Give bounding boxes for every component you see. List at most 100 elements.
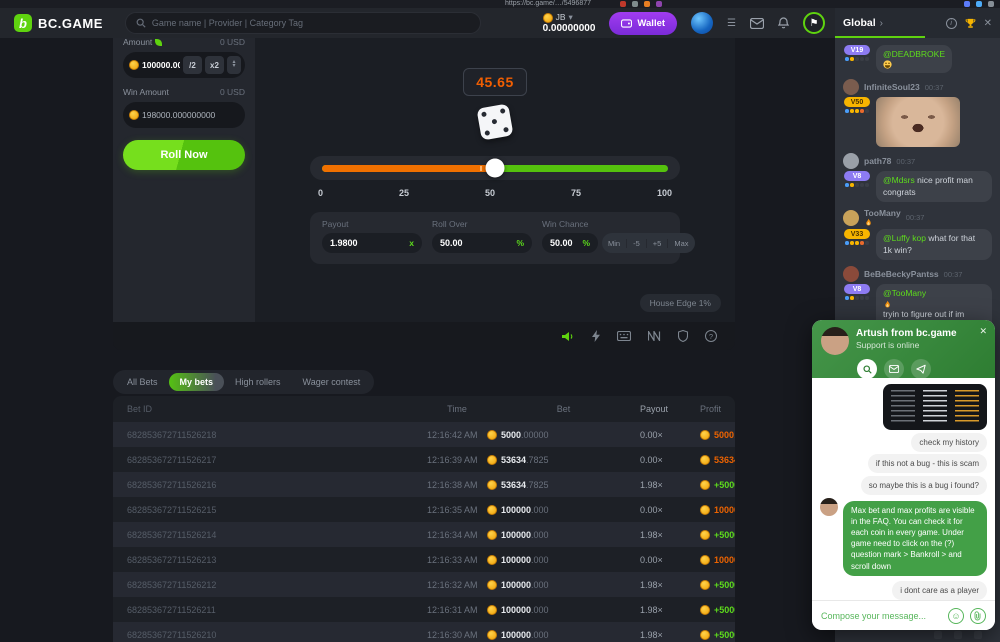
house-edge-badge: House Edge 1%: [640, 294, 721, 312]
chat-user-avatar[interactable]: [843, 266, 859, 282]
tab-high-rollers[interactable]: High rollers: [224, 373, 292, 391]
bet-amount: 100000.000: [487, 555, 640, 565]
bet-row[interactable]: 682853672711526218 12:16:42 AM 5000.0000…: [113, 422, 735, 447]
bet-row[interactable]: 682853672711526216 12:16:38 AM 53634.782…: [113, 472, 735, 497]
user-avatar[interactable]: [691, 12, 713, 34]
chat-user-avatar[interactable]: [843, 210, 859, 226]
coin-icon: [129, 60, 139, 70]
col-payout: Payout: [640, 404, 700, 414]
chat-rules-info-icon[interactable]: i: [946, 18, 957, 29]
roll-now-button[interactable]: Roll Now: [123, 140, 245, 170]
user-menu-icon[interactable]: ☰: [727, 18, 736, 29]
fairness-shield-icon[interactable]: [678, 330, 688, 342]
bet-row[interactable]: 682853672711526213 12:16:33 AM 100000.00…: [127, 547, 721, 572]
chat-username[interactable]: InfiniteSoul23: [864, 82, 920, 92]
attachment-paperclip-icon[interactable]: [970, 608, 986, 624]
bet-row[interactable]: 682853672711526212 12:16:32 AM 100000.00…: [113, 572, 735, 597]
level-badge: V50: [844, 97, 870, 107]
roll-slider[interactable]: [310, 156, 680, 180]
browser-window-icons[interactable]: [964, 1, 994, 7]
chat-username[interactable]: path78: [864, 156, 891, 166]
balance-selector[interactable]: JB▾ 0.00000000: [543, 13, 596, 34]
bet-row[interactable]: 682853672711526217 12:16:39 AM 53634.782…: [127, 447, 721, 472]
trophy-icon[interactable]: [965, 18, 976, 29]
slider-track[interactable]: [322, 165, 668, 172]
trends-icon[interactable]: [648, 331, 661, 341]
coin-icon: [700, 555, 710, 565]
bcgame-logo[interactable]: b BC.GAME: [14, 14, 103, 32]
bet-row[interactable]: 682853672711526214 12:16:34 AM 100000.00…: [113, 522, 735, 547]
support-agent-avatar: [820, 498, 838, 516]
chat-mention[interactable]: @Mdsrs: [883, 175, 915, 185]
chat-user-avatar[interactable]: [843, 153, 859, 169]
messages-icon[interactable]: [750, 18, 764, 29]
bet-amount: 5000.00000: [487, 430, 640, 440]
chat-channel-title[interactable]: Global: [843, 17, 876, 29]
double-bet-button[interactable]: x2: [205, 56, 224, 74]
bets-table: Bet ID Time Bet Payout Profit 6828536727…: [113, 396, 735, 642]
bet-row[interactable]: 682853672711526210 12:16:30 AM 100000.00…: [113, 622, 735, 642]
emoji-smiley-icon[interactable]: ☺: [948, 608, 964, 624]
bet-row[interactable]: 682853672711526211 12:16:31 AM 100000.00…: [127, 597, 721, 622]
hotkeys-keyboard-icon[interactable]: [617, 331, 631, 341]
bet-payout: 0.00×: [640, 430, 700, 440]
support-search-icon[interactable]: [857, 359, 877, 379]
browser-extension-icons[interactable]: [620, 1, 662, 7]
rollover-input[interactable]: 50.00 %: [432, 233, 532, 253]
bet-id: 682853672711526215: [127, 505, 427, 515]
coin-icon: [700, 430, 710, 440]
support-message-bubble: Max bet and max profits are visible in t…: [843, 501, 987, 576]
win-amount-input[interactable]: 198000.000000000: [123, 102, 245, 128]
bet-amount-stepper[interactable]: ▴▾: [227, 56, 241, 74]
chat-mention[interactable]: @DEADBROKE: [883, 49, 945, 59]
medal-dot: [865, 296, 869, 300]
top-navbar: b BC.GAME Game name | Provider | Categor…: [0, 8, 835, 38]
help-icon[interactable]: ?: [705, 330, 717, 342]
chat-close-icon[interactable]: ✕: [984, 18, 992, 29]
plus5-button[interactable]: +5: [647, 239, 669, 248]
chat-user-avatar[interactable]: [843, 79, 859, 95]
chat-image-attachment[interactable]: [876, 97, 960, 147]
slider-handle[interactable]: [486, 159, 505, 178]
payout-input[interactable]: 1.9800 x: [322, 233, 422, 253]
support-chat-widget: Artush from bc.game Support is online ✕ …: [812, 320, 995, 630]
support-user-message: i dont care as a player: [892, 581, 987, 600]
winchance-value: 50.00: [550, 238, 576, 248]
support-close-icon[interactable]: ✕: [979, 326, 987, 337]
minus5-button[interactable]: -5: [627, 239, 647, 248]
support-compose-input[interactable]: Compose your message...: [821, 611, 942, 621]
bet-time: 12:16:38 AM: [427, 480, 487, 490]
coin-icon: [487, 630, 497, 640]
min-button[interactable]: Min: [602, 239, 627, 248]
chat-username[interactable]: TooMany: [864, 208, 901, 227]
winchance-input[interactable]: 50.00 %: [542, 233, 598, 253]
wallet-button[interactable]: Wallet: [609, 12, 677, 35]
coin-icon: [543, 13, 553, 23]
tab-all-bets[interactable]: All Bets: [116, 373, 169, 391]
support-telegram-icon[interactable]: [911, 359, 931, 379]
bet-amount: 100000.000: [487, 530, 640, 540]
sound-icon[interactable]: [562, 331, 575, 342]
bet-time: 12:16:42 AM: [427, 430, 487, 440]
chevron-right-icon[interactable]: ›: [880, 18, 883, 29]
medal-dot: [860, 109, 864, 113]
bonus-flag-icon[interactable]: ⚑: [803, 12, 825, 34]
bet-amount-input[interactable]: 100000.00000000 /2 x2 ▴▾: [123, 52, 245, 78]
half-bet-button[interactable]: /2: [183, 56, 202, 74]
max-button[interactable]: Max: [668, 239, 694, 248]
tab-wager-contest[interactable]: Wager contest: [292, 373, 372, 391]
chat-mention[interactable]: @Luffy kop: [883, 233, 926, 243]
notifications-bell-icon[interactable]: [778, 17, 789, 29]
tab-my-bets[interactable]: My bets: [169, 373, 225, 391]
chat-username[interactable]: BeBeBeckyPantss: [864, 269, 939, 279]
quick-bet-bolt-icon[interactable]: [592, 330, 600, 342]
support-email-icon[interactable]: [884, 359, 904, 379]
browser-url[interactable]: https://bc.game/…/5496877: [505, 0, 591, 8]
chat-mention[interactable]: @TooMany: [883, 288, 985, 308]
support-screenshot-attachment[interactable]: [883, 384, 987, 430]
bet-row[interactable]: 682853672711526215 12:16:35 AM 100000.00…: [127, 497, 721, 522]
chat-input-hint-icons[interactable]: [934, 631, 982, 639]
coin-icon: [700, 605, 710, 615]
search-input[interactable]: Game name | Provider | Category Tag: [125, 12, 481, 34]
chat-header: Global › i ✕: [835, 8, 1000, 38]
